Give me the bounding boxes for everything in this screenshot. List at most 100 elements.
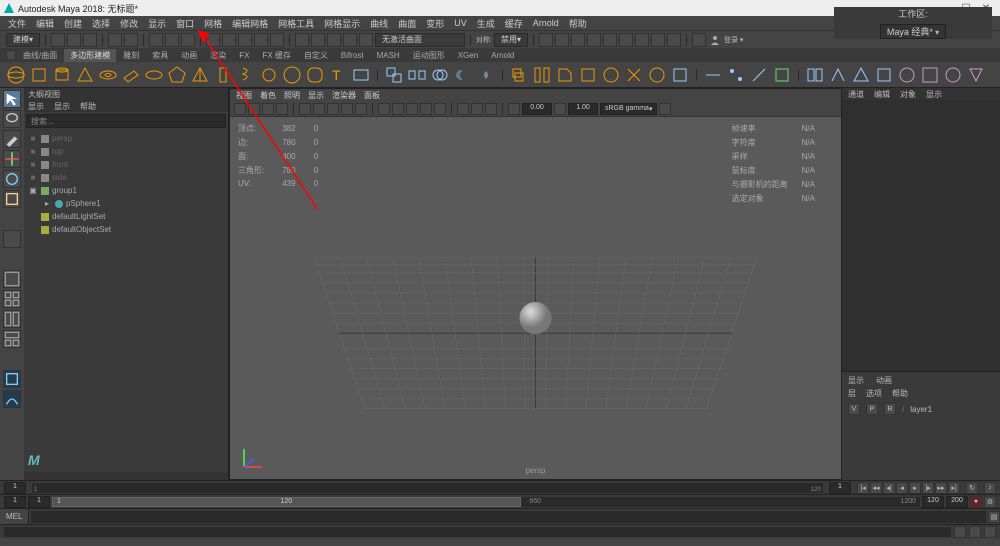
poly-disc-icon[interactable] bbox=[144, 65, 164, 85]
menu-item[interactable]: 选择 bbox=[92, 17, 110, 30]
shelf-tab[interactable]: 自定义 bbox=[298, 49, 334, 62]
vp-gamma-field[interactable]: 1.00 bbox=[568, 103, 598, 115]
smooth-icon[interactable] bbox=[647, 65, 667, 85]
outliner-hscroll[interactable] bbox=[24, 472, 228, 480]
autokey-icon[interactable]: ● bbox=[970, 496, 982, 508]
menu-item[interactable]: 缓存 bbox=[505, 17, 523, 30]
extrude-icon[interactable] bbox=[509, 65, 529, 85]
tab-channels[interactable]: 通道 bbox=[848, 89, 864, 100]
range-slider[interactable]: 1 1 1 120 660 1200 120 200 ● ⚙ bbox=[0, 494, 1000, 508]
menu-item[interactable]: 帮助 bbox=[569, 17, 587, 30]
menu-item[interactable]: 网格显示 bbox=[324, 17, 360, 30]
vp-light-icon[interactable] bbox=[420, 103, 432, 115]
range-selection[interactable]: 1 120 bbox=[52, 497, 521, 507]
poly-cone-icon[interactable] bbox=[75, 65, 95, 85]
menu-item[interactable]: 变形 bbox=[426, 17, 444, 30]
lasso-icon[interactable] bbox=[165, 33, 179, 47]
status-icon-3[interactable] bbox=[984, 526, 996, 538]
two-pane-icon[interactable] bbox=[3, 310, 21, 328]
vp-wireframe-icon[interactable] bbox=[378, 103, 390, 115]
outliner-menu[interactable]: 显示 bbox=[54, 101, 70, 112]
shelf-menu-icon[interactable] bbox=[6, 50, 16, 60]
range-start-field[interactable]: 1 bbox=[28, 496, 50, 508]
panel3-icon[interactable] bbox=[651, 33, 665, 47]
layer-tab-anim[interactable]: 动画 bbox=[876, 375, 892, 386]
vp-shaded-icon[interactable] bbox=[392, 103, 404, 115]
targetweld-icon[interactable] bbox=[726, 65, 746, 85]
layer-color-swatch[interactable]: / bbox=[902, 405, 904, 414]
separate-icon[interactable] bbox=[407, 65, 427, 85]
script-editor-icon[interactable]: ▤ bbox=[988, 511, 1000, 523]
layer-row[interactable]: V P R / layer1 bbox=[848, 401, 994, 417]
shelf-tab[interactable]: 索具 bbox=[146, 49, 174, 62]
outliner-item-psphere1[interactable]: ▸pSphere1 bbox=[28, 197, 224, 210]
poly-torus-icon[interactable] bbox=[98, 65, 118, 85]
vp-xray-joint-icon[interactable] bbox=[485, 103, 497, 115]
outliner-item-front[interactable]: ■front bbox=[28, 158, 224, 171]
menu-item[interactable]: 网格 bbox=[204, 17, 222, 30]
menu-item[interactable]: 曲面 bbox=[398, 17, 416, 30]
shelf-tab[interactable]: FX bbox=[233, 50, 255, 61]
range-end-field[interactable]: 120 bbox=[922, 496, 944, 508]
superellipse-icon[interactable] bbox=[305, 65, 325, 85]
retopo-icon[interactable] bbox=[943, 65, 963, 85]
three-pane-icon[interactable] bbox=[3, 330, 21, 348]
anim-end-field[interactable]: 200 bbox=[946, 496, 968, 508]
bridge-icon[interactable] bbox=[532, 65, 552, 85]
outliner-item-group1[interactable]: ▣group1 bbox=[28, 184, 224, 197]
snap-curve-icon[interactable] bbox=[222, 33, 236, 47]
remesh-icon[interactable] bbox=[920, 65, 940, 85]
triangulate-icon[interactable] bbox=[851, 65, 871, 85]
vp-grid-icon[interactable] bbox=[299, 103, 311, 115]
open-scene-icon[interactable] bbox=[67, 33, 81, 47]
loop-icon[interactable]: ↻ bbox=[966, 482, 978, 494]
menu-item[interactable]: 编辑网格 bbox=[232, 17, 268, 30]
snap-live-icon[interactable] bbox=[270, 33, 284, 47]
tab-object[interactable]: 对象 bbox=[900, 89, 916, 100]
construction2-icon[interactable] bbox=[343, 33, 357, 47]
layer-menu[interactable]: 帮助 bbox=[892, 388, 908, 399]
status-icon-2[interactable] bbox=[969, 526, 981, 538]
workspace-selector[interactable]: Maya 经典* ▾ bbox=[880, 24, 946, 39]
menu-item[interactable]: UV bbox=[454, 18, 467, 28]
vp-gate-mask-icon[interactable] bbox=[341, 103, 353, 115]
bevel-icon[interactable] bbox=[555, 65, 575, 85]
vp-menu[interactable]: 显示 bbox=[308, 90, 324, 101]
lasso-tool-icon[interactable] bbox=[3, 110, 21, 128]
vp-textured-icon[interactable] bbox=[406, 103, 418, 115]
layer-menu[interactable]: 层 bbox=[848, 388, 856, 399]
snap-plane-icon[interactable] bbox=[254, 33, 268, 47]
current-time-field[interactable]: 1 bbox=[829, 482, 851, 494]
tab-edit[interactable]: 编辑 bbox=[874, 89, 890, 100]
key-back-icon[interactable]: ◂| bbox=[883, 482, 895, 494]
single-pane-icon[interactable] bbox=[3, 270, 21, 288]
poly-soccer-icon[interactable] bbox=[282, 65, 302, 85]
outliner-item-defaultlightset[interactable]: defaultLightSet bbox=[28, 210, 224, 223]
shelf-tab[interactable]: Bifrost bbox=[335, 50, 370, 61]
go-end-icon[interactable]: ▸| bbox=[948, 482, 960, 494]
outliner-toggle-icon[interactable] bbox=[3, 370, 21, 388]
vp-menu[interactable]: 照明 bbox=[284, 90, 300, 101]
history-icon[interactable] bbox=[295, 33, 309, 47]
layer-name[interactable]: layer1 bbox=[910, 405, 932, 414]
vp-safe-icon[interactable] bbox=[355, 103, 367, 115]
menu-item[interactable]: 修改 bbox=[120, 17, 138, 30]
poly-pyramid-icon[interactable] bbox=[190, 65, 210, 85]
play-back-icon[interactable]: ◂ bbox=[896, 482, 908, 494]
hypershade-icon[interactable] bbox=[587, 33, 601, 47]
shelf-tab[interactable]: 动画 bbox=[175, 49, 203, 62]
layer-tab-display[interactable]: 显示 bbox=[848, 375, 864, 386]
poly-pipe-icon[interactable] bbox=[213, 65, 233, 85]
quaddraw-icon[interactable] bbox=[772, 65, 792, 85]
render-settings-icon[interactable] bbox=[571, 33, 585, 47]
symmetry-selector[interactable]: 禁用 ▾ bbox=[494, 33, 528, 47]
mirror-icon[interactable] bbox=[805, 65, 825, 85]
menu-item[interactable]: 显示 bbox=[148, 17, 166, 30]
paint-tool-icon[interactable] bbox=[3, 130, 21, 148]
xray-icon[interactable] bbox=[692, 33, 706, 47]
vp-menu[interactable]: 渲染器 bbox=[332, 90, 356, 101]
current-frame-field[interactable]: 1 bbox=[4, 482, 26, 494]
panel2-icon[interactable] bbox=[635, 33, 649, 47]
vp-isolate-icon[interactable] bbox=[457, 103, 469, 115]
command-input[interactable] bbox=[31, 511, 986, 523]
